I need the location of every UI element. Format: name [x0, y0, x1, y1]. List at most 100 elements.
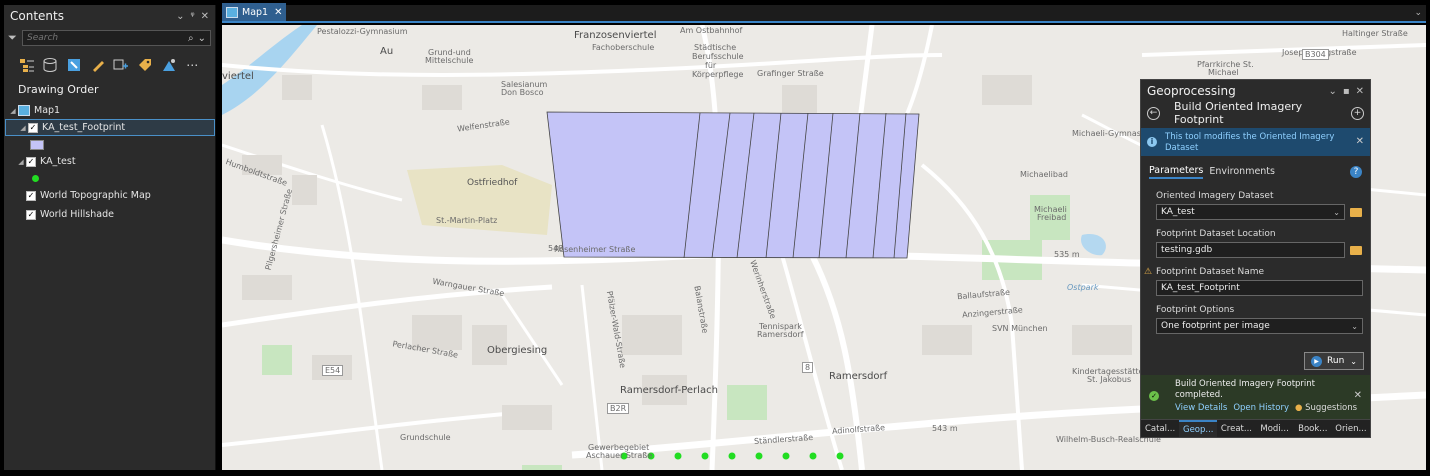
expand-caret-icon[interactable]: ◢	[18, 124, 28, 132]
close-icon[interactable]: ✕	[274, 7, 282, 18]
map-label: Ramersdorf	[829, 371, 888, 382]
list-by-drawing-order-icon[interactable]	[18, 56, 36, 74]
footprint-polygon[interactable]	[546, 111, 920, 259]
oriented-imagery-dataset-select[interactable]: KA_test ⌄	[1156, 204, 1345, 220]
search-input[interactable]	[27, 33, 184, 43]
chevron-down-icon[interactable]: ⌄	[1328, 86, 1336, 97]
list-by-selection-icon[interactable]	[65, 56, 83, 74]
image-point[interactable]	[755, 452, 763, 460]
list-by-perspective-imagery-icon[interactable]	[160, 56, 178, 74]
param-row-dataset: KA_test ⌄	[1141, 204, 1370, 220]
contents-pane: Contents ⌄ ᵠ ✕ ⏷ ⌕ ⌄	[4, 5, 216, 470]
chevron-down-icon[interactable]: ⌄	[1410, 8, 1426, 18]
tree-item-ka-test[interactable]: ◢ ✓ KA_test	[4, 153, 215, 170]
image-point[interactable]	[836, 452, 844, 460]
bottom-tab-catalog[interactable]: Catal...	[1141, 420, 1179, 437]
tree-item-ka-test-footprint[interactable]: ◢ ✓ KA_test_Footprint	[5, 119, 215, 136]
param-label: Oriented Imagery Dataset	[1156, 191, 1274, 201]
drawing-order-title: Drawing Order	[18, 83, 99, 96]
chevron-down-icon[interactable]: ⌄	[1350, 357, 1357, 366]
add-icon[interactable]: +	[1351, 106, 1364, 120]
param-label: Footprint Options	[1156, 305, 1235, 315]
play-icon: ▶	[1311, 355, 1323, 367]
footprint-polygons[interactable]	[546, 111, 920, 259]
footprint-options-select[interactable]: One footprint per image ⌄	[1156, 318, 1363, 334]
tool-header: ← Build Oriented Imagery Footprint +	[1141, 100, 1370, 126]
field-value: KA_test	[1161, 207, 1195, 217]
expand-caret-icon[interactable]: ◢	[16, 158, 26, 166]
help-icon[interactable]: ?	[1350, 166, 1362, 178]
image-point[interactable]	[809, 452, 817, 460]
image-point[interactable]	[728, 452, 736, 460]
footprint-dataset-name-input[interactable]: KA_test_Footprint	[1156, 280, 1363, 296]
layer-visibility-checkbox[interactable]: ✓	[26, 190, 36, 201]
chevron-down-icon[interactable]: ⌄	[1333, 208, 1340, 217]
run-button[interactable]: ▶ Run ⌄	[1304, 352, 1364, 370]
search-icon[interactable]: ⌕	[188, 33, 194, 44]
map-label: Michael	[1208, 68, 1239, 77]
tree-item-label: World Hillshade	[40, 209, 114, 220]
bottom-tab-create[interactable]: Creat...	[1217, 420, 1255, 437]
list-by-labeling-icon[interactable]	[136, 56, 154, 74]
list-by-source-icon[interactable]	[42, 56, 60, 74]
image-point[interactable]	[782, 452, 790, 460]
warning-icon: ⚠	[1144, 267, 1153, 277]
map-label: Fachoberschule	[592, 43, 655, 52]
layer-visibility-checkbox[interactable]: ✓	[26, 156, 36, 167]
park-area	[522, 465, 562, 470]
tab-environments[interactable]: Environments	[1209, 166, 1275, 178]
map-label: Pestalozzi-Gymnasium	[317, 27, 408, 36]
close-icon[interactable]: ✕	[1356, 136, 1364, 147]
folder-icon[interactable]	[1350, 207, 1362, 217]
point-symbol-swatch[interactable]	[32, 175, 39, 182]
chevron-down-icon[interactable]: ⌄	[176, 11, 184, 22]
param-row-options: One footprint per image ⌄	[1141, 318, 1370, 334]
param-label-row: ⚠ Footprint Dataset Name	[1141, 266, 1370, 278]
suggestions-link[interactable]: ● Suggestions	[1295, 403, 1357, 413]
layer-visibility-checkbox[interactable]: ✓	[26, 209, 36, 220]
param-row-location: testing.gdb	[1141, 242, 1370, 258]
list-by-editing-icon[interactable]	[89, 56, 107, 74]
more-options-icon[interactable]: ⋯	[183, 56, 201, 74]
pin-icon[interactable]: ᵠ	[190, 11, 194, 22]
polygon-symbol-swatch[interactable]	[30, 139, 44, 150]
image-point[interactable]	[674, 452, 682, 460]
back-arrow-icon[interactable]: ←	[1147, 106, 1160, 120]
close-icon[interactable]: ✕	[1354, 390, 1362, 401]
folder-icon[interactable]	[1350, 245, 1362, 255]
close-icon[interactable]: ✕	[1356, 86, 1364, 97]
tree-item-map1[interactable]: ◢ Map1	[4, 102, 215, 119]
open-history-link[interactable]: Open History	[1233, 403, 1289, 413]
list-by-snapping-icon[interactable]	[113, 56, 131, 74]
bottom-tab-oriented-imagery[interactable]: Orien...	[1332, 420, 1370, 437]
bottom-tab-geoprocessing[interactable]: Geop...	[1179, 420, 1218, 437]
tab-map1[interactable]: Map1 ✕	[222, 3, 287, 21]
layer-visibility-checkbox[interactable]: ✓	[28, 122, 38, 133]
expand-caret-icon[interactable]: ◢	[8, 107, 18, 115]
map-label: Mittelschule	[425, 56, 474, 65]
image-point[interactable]	[701, 452, 709, 460]
tab-parameters[interactable]: Parameters	[1149, 165, 1204, 179]
ka-test-points[interactable]	[620, 452, 844, 460]
tree-item-world-topographic-map[interactable]: ✓ World Topographic Map	[4, 187, 215, 204]
map-icon	[18, 105, 30, 116]
success-check-icon: ✓	[1149, 391, 1159, 401]
contents-header: Contents ⌄ ᵠ ✕	[4, 5, 215, 27]
search-box[interactable]: ⌕ ⌄	[22, 30, 211, 46]
map-label: Ramersdorf	[757, 330, 804, 339]
chevron-down-icon[interactable]: ⌄	[198, 33, 206, 44]
road-shield: B2R	[607, 403, 630, 414]
maximize-icon[interactable]: ▪	[1343, 86, 1350, 97]
chevron-down-icon[interactable]: ⌄	[1351, 322, 1358, 331]
map-label: Städtische	[694, 43, 737, 52]
bottom-tab-bookmarks[interactable]: Book...	[1294, 420, 1332, 437]
geoprocessing-pane: Geoprocessing ⌄ ▪ ✕ ← Build Oriented Ima…	[1140, 79, 1371, 438]
close-icon[interactable]: ✕	[201, 11, 209, 22]
bottom-tab-modify[interactable]: Modi...	[1256, 420, 1294, 437]
filter-icon[interactable]: ⏷	[8, 31, 22, 45]
map-label: 543 m	[932, 424, 958, 433]
view-details-link[interactable]: View Details	[1175, 403, 1227, 413]
footprint-dataset-location-input[interactable]: testing.gdb	[1156, 242, 1345, 258]
map-label: SVN München	[992, 324, 1048, 333]
tree-item-world-hillshade[interactable]: ✓ World Hillshade	[4, 206, 215, 223]
